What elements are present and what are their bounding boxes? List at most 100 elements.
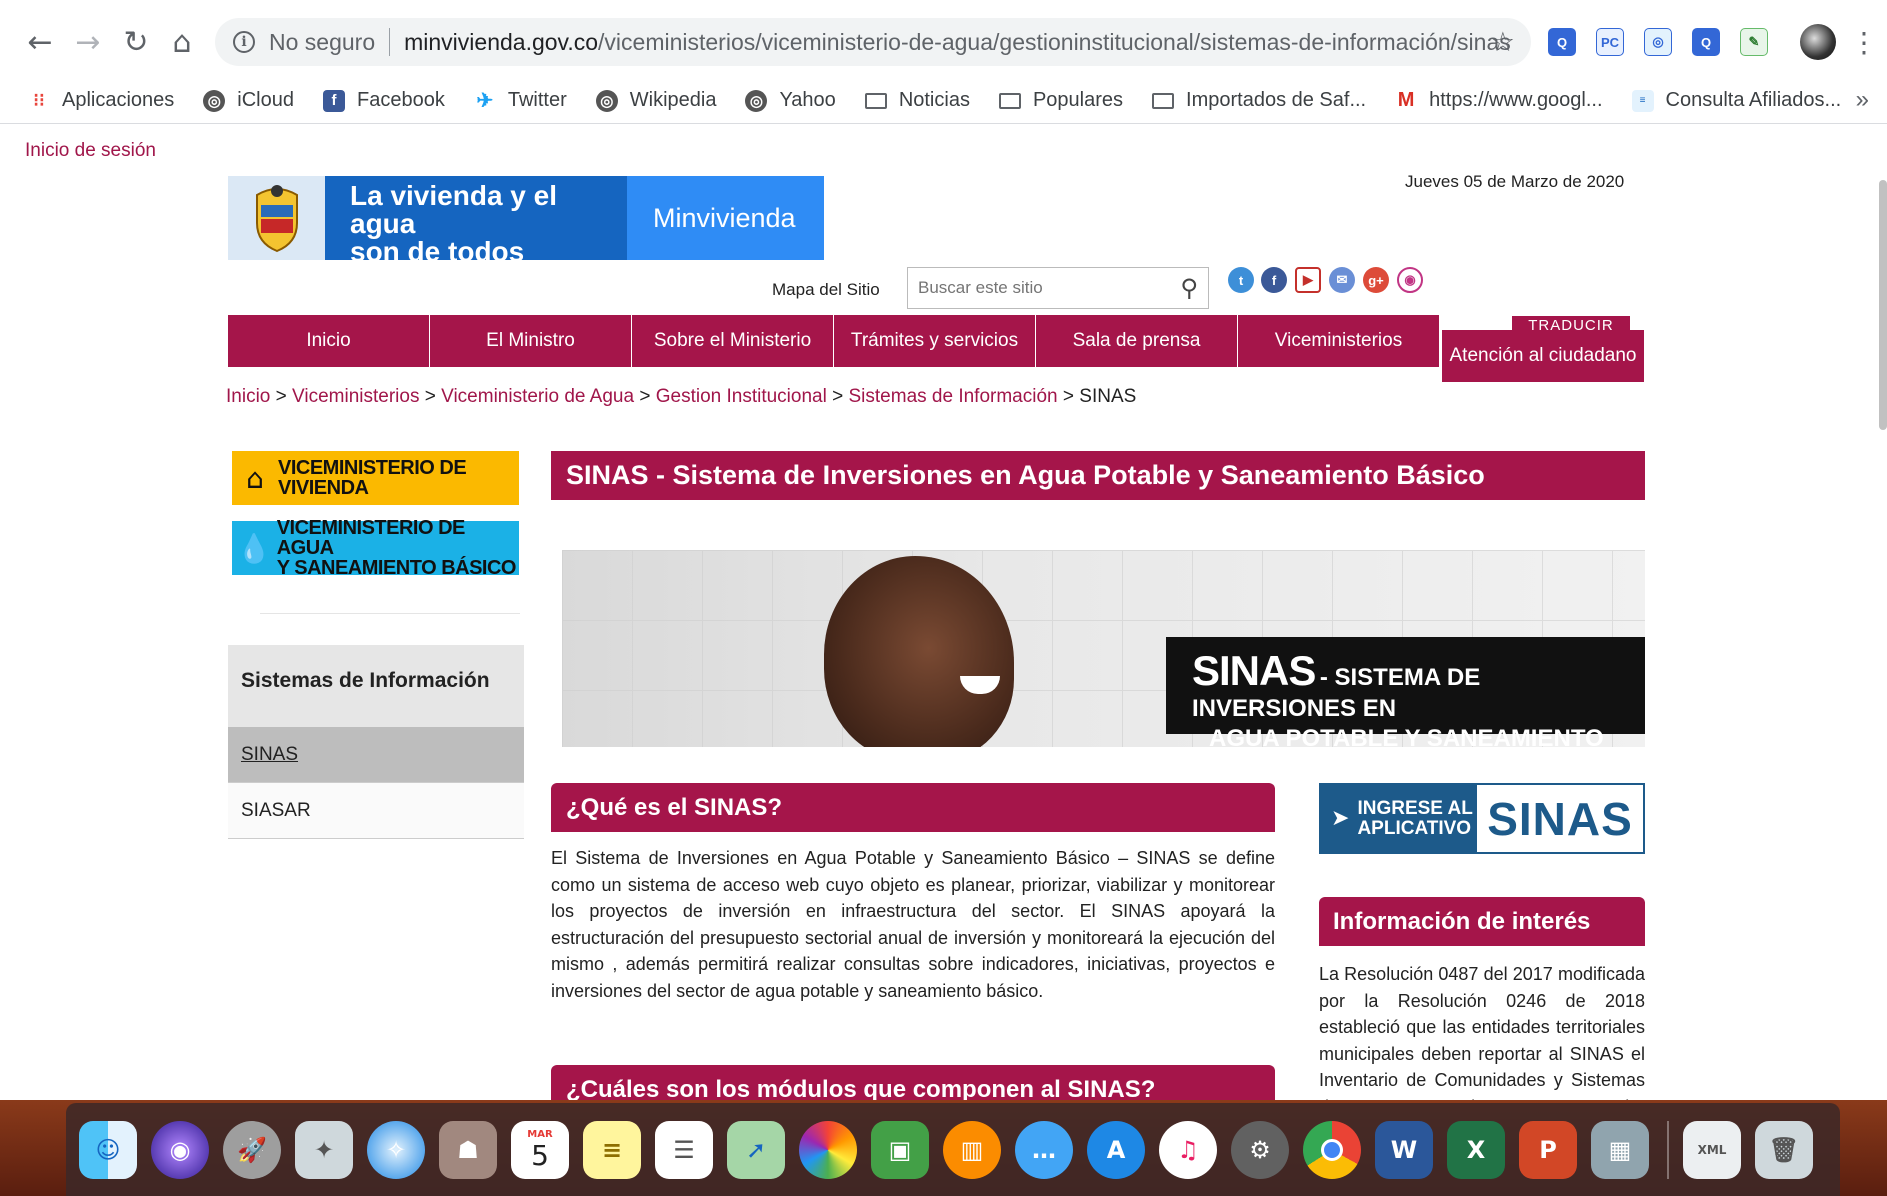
- hero-caption: SINAS - SISTEMA DE INVERSIONES EN AGUA P…: [1166, 637, 1645, 747]
- address-bar[interactable]: i No seguro minvivienda.gov.co/viceminis…: [215, 18, 1531, 66]
- image-capture-icon[interactable]: ▦: [1591, 1120, 1649, 1179]
- home-icon[interactable]: ⌂: [162, 22, 202, 62]
- forward-arrow-icon[interactable]: →: [68, 22, 108, 62]
- nav-atencion-ciudadano[interactable]: Atención al ciudadano: [1442, 330, 1644, 382]
- site-search[interactable]: ⚲: [907, 267, 1209, 309]
- maps-icon[interactable]: ➚: [727, 1120, 785, 1179]
- vice-water-line-2: Y SANEAMIENTO BÁSICO: [276, 557, 517, 579]
- safari-icon[interactable]: ✧: [367, 1120, 425, 1179]
- back-arrow-icon[interactable]: ←: [20, 22, 60, 62]
- facebook-social-icon[interactable]: f: [1261, 267, 1287, 293]
- folder-icon: [864, 92, 887, 109]
- profile-avatar[interactable]: [1800, 24, 1836, 60]
- site-map-link[interactable]: Mapa del Sitio: [772, 280, 880, 300]
- trash-icon[interactable]: 🗑: [1755, 1120, 1813, 1179]
- breadcrumb-gestion[interactable]: Gestion Institucional: [656, 386, 827, 407]
- finder-icon[interactable]: ☺: [79, 1120, 137, 1179]
- twitter-social-icon[interactable]: t: [1228, 267, 1254, 293]
- bookmark-icloud[interactable]: ◎ iCloud: [203, 89, 294, 112]
- info-icon[interactable]: i: [233, 31, 255, 53]
- url-text[interactable]: minvivienda.gov.co/viceministerios/vicem…: [404, 29, 1511, 56]
- nav-tramites[interactable]: Trámites y servicios: [834, 315, 1036, 367]
- nav-el-ministro[interactable]: El Ministro: [430, 315, 632, 367]
- photos-icon[interactable]: [799, 1120, 857, 1179]
- info-of-interest-text: La Resolución 0487 del 2017 modificada p…: [1319, 964, 1645, 1101]
- frame-extension-icon[interactable]: ◎: [1644, 28, 1672, 56]
- bookmark-star-icon[interactable]: ☆: [1491, 27, 1515, 58]
- lookup-extension-icon[interactable]: Q: [1692, 28, 1720, 56]
- nav-sobre-el-ministerio[interactable]: Sobre el Ministerio: [632, 315, 834, 367]
- calendar-icon[interactable]: MAR 5: [511, 1120, 569, 1179]
- bookmark-label: Consulta Afiliados...: [1665, 89, 1842, 111]
- sidebar-item-siasar[interactable]: SIASAR: [228, 783, 524, 839]
- bookmark-consulta[interactable]: ≡ Consulta Afiliados...: [1631, 89, 1842, 112]
- system-preferences-icon[interactable]: ⚙: [1231, 1120, 1289, 1179]
- clip-extension-icon[interactable]: ✎: [1740, 28, 1768, 56]
- google-plus-social-icon[interactable]: g+: [1363, 267, 1389, 293]
- bookmark-noticias[interactable]: Noticias: [864, 89, 970, 112]
- powerpoint-icon[interactable]: P: [1519, 1120, 1577, 1179]
- bookmark-populares[interactable]: Populares: [998, 89, 1123, 112]
- bookmark-yahoo[interactable]: ◎ Yahoo: [745, 89, 836, 112]
- search-extension-icon[interactable]: Q: [1548, 28, 1576, 56]
- messages-icon[interactable]: …: [1015, 1120, 1073, 1179]
- login-link[interactable]: Inicio de sesión: [25, 140, 156, 162]
- house-icon: ⌂: [246, 461, 264, 495]
- breadcrumb-viceministerios[interactable]: Viceministerios: [292, 386, 419, 407]
- bookmark-aplicaciones[interactable]: ⁝⁝ Aplicaciones: [28, 89, 174, 112]
- globe-icon: ◎: [745, 89, 768, 112]
- youtube-social-icon[interactable]: ▶: [1295, 267, 1321, 293]
- siri-icon[interactable]: ◉: [151, 1120, 209, 1179]
- bookmark-importados[interactable]: Importados de Saf...: [1152, 89, 1366, 112]
- vice-water-line-1: VICEMINISTERIO DE AGUA: [276, 517, 466, 559]
- translate-button[interactable]: TRADUCIR: [1512, 316, 1630, 334]
- nav-viceministerios[interactable]: Viceministerios: [1238, 315, 1440, 367]
- contacts-icon[interactable]: ☗: [439, 1120, 497, 1179]
- search-icon[interactable]: ⚲: [1180, 274, 1198, 302]
- bookmark-wikipedia[interactable]: ◎ Wikipedia: [595, 89, 716, 112]
- nav-inicio[interactable]: Inicio: [228, 315, 430, 367]
- enter-app-button[interactable]: ➤ INGRESE AL APLICATIVO SINAS: [1319, 783, 1645, 854]
- excel-icon[interactable]: X: [1447, 1120, 1505, 1179]
- launchpad-icon[interactable]: 🚀: [223, 1120, 281, 1179]
- bookmarks-overflow-icon[interactable]: »: [1856, 86, 1869, 114]
- breadcrumb-sistemas[interactable]: Sistemas de Información: [849, 386, 1058, 407]
- enter-app-text: INGRESE AL APLICATIVO: [1357, 798, 1472, 839]
- bookmark-google[interactable]: Mhttps://www.googl...: [1395, 89, 1603, 112]
- music-icon[interactable]: ♫: [1159, 1120, 1217, 1179]
- nav-sala-de-prensa[interactable]: Sala de prensa: [1036, 315, 1238, 367]
- xml-file-icon[interactable]: XML: [1683, 1120, 1741, 1179]
- omnibox-separator: [389, 28, 391, 56]
- dock-separator: [1667, 1120, 1669, 1179]
- pc-extension-icon[interactable]: PC: [1596, 28, 1624, 56]
- browser-menu-icon[interactable]: ⋮: [1850, 26, 1878, 59]
- reminders-icon[interactable]: ☰: [655, 1120, 713, 1179]
- bookmark-twitter[interactable]: ✈ Twitter: [474, 89, 566, 112]
- site-icon: ≡: [1631, 89, 1654, 112]
- word-icon[interactable]: W: [1375, 1120, 1433, 1179]
- chrome-icon[interactable]: [1303, 1120, 1361, 1179]
- page-scrollbar[interactable]: [1879, 180, 1887, 430]
- app-store-icon[interactable]: A: [1087, 1120, 1145, 1179]
- email-social-icon[interactable]: ✉: [1329, 267, 1355, 293]
- vice-housing-button[interactable]: ⌂ VICEMINISTERIO DE VIVIENDA: [232, 451, 519, 505]
- search-input[interactable]: [918, 278, 1168, 298]
- books-icon[interactable]: ▥: [943, 1120, 1001, 1179]
- breadcrumb-inicio[interactable]: Inicio: [226, 386, 270, 407]
- site-banner[interactable]: La vivienda y el agua son de todos Minvi…: [228, 176, 824, 266]
- hero-caption-big: SINAS: [1192, 647, 1316, 694]
- vice-water-label: VICEMINISTERIO DE AGUA Y SANEAMIENTO BÁS…: [277, 518, 519, 578]
- macos-dock: ☺ ◉ 🚀 ✦ ✧ ☗ MAR 5 ≡ ☰ ➚ ▣ ▥ … A ♫ ⚙ W X …: [66, 1103, 1840, 1196]
- vice-water-button[interactable]: 💧 VICEMINISTERIO DE AGUA Y SANEAMIENTO B…: [232, 518, 519, 578]
- globe-icon: ◎: [203, 89, 226, 112]
- breadcrumb-viceministerio-agua[interactable]: Viceministerio de Agua: [441, 386, 634, 407]
- instagram-social-icon[interactable]: ◉: [1397, 267, 1423, 293]
- preview-icon[interactable]: ✦: [295, 1120, 353, 1179]
- sidebar-item-sinas[interactable]: SINAS: [228, 727, 524, 783]
- reload-icon[interactable]: ↻: [116, 22, 156, 62]
- sidebar-heading: Sistemas de Información: [228, 645, 524, 727]
- breadcrumb-separator: >: [424, 386, 436, 407]
- notes-icon[interactable]: ≡: [583, 1120, 641, 1179]
- bookmark-facebook[interactable]: f Facebook: [323, 89, 445, 112]
- facetime-icon[interactable]: ▣: [871, 1120, 929, 1179]
